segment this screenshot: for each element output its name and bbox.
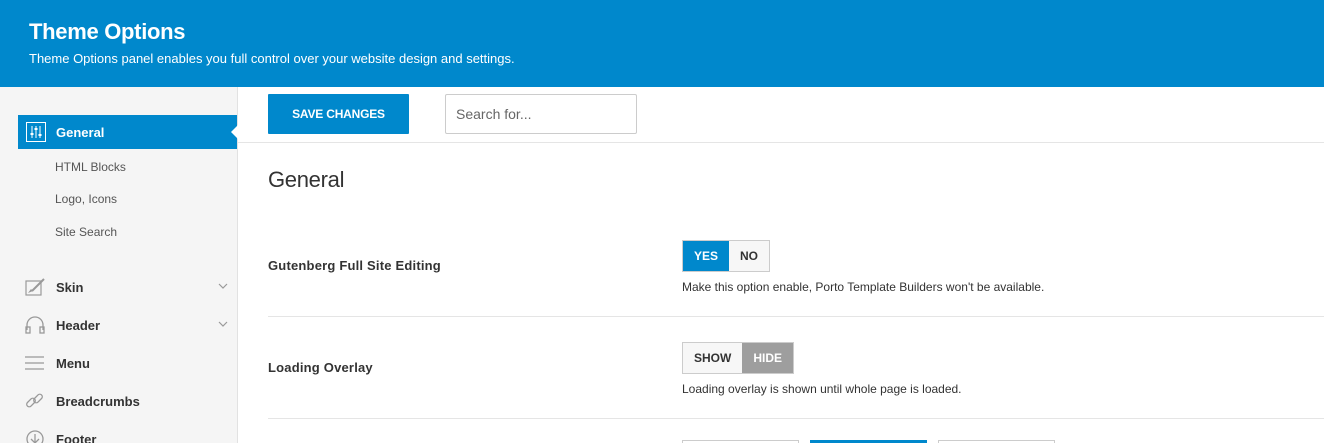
chevron-down-icon[interactable] [217, 317, 229, 329]
sidebar-item-breadcrumbs[interactable]: Breadcrumbs [24, 389, 229, 413]
option-label: Loading Overlay [268, 360, 373, 375]
headphones-icon [24, 315, 46, 335]
sidebar-item-menu[interactable]: Menu [24, 351, 229, 375]
page-subtitle: Theme Options panel enables you full con… [29, 51, 515, 66]
option-label: Gutenberg Full Site Editing [268, 258, 441, 273]
toggle-yes-button[interactable]: YES [683, 241, 730, 271]
toggle-no-button[interactable]: NO [729, 241, 770, 271]
toggle-hide-button[interactable]: HIDE [742, 343, 794, 373]
sidebar-item-label: General [56, 125, 105, 140]
sidebar-item-header[interactable]: Header [24, 313, 229, 337]
sidebar-item-label: Skin [56, 280, 84, 295]
option-description: Make this option enable, Porto Template … [682, 280, 1045, 294]
toggle-show-button[interactable]: SHOW [683, 343, 743, 373]
divider [268, 316, 1324, 317]
divider [268, 418, 1324, 419]
sidebar-item-label: Header [56, 318, 101, 333]
main-panel: SAVE CHANGES General Gutenberg Full Site… [238, 87, 1324, 443]
sidebar-item-label: Footer [56, 432, 97, 443]
link-icon [24, 391, 46, 411]
page-header: Theme Options Theme Options panel enable… [0, 0, 1324, 87]
sidebar-subitem-logo-icons[interactable]: Logo, Icons [55, 192, 117, 206]
sidebar-subitem-html-blocks[interactable]: HTML Blocks [55, 160, 126, 174]
sidebar-item-footer[interactable]: Footer [24, 427, 229, 443]
sliders-icon [26, 122, 46, 142]
section-title: General [268, 167, 345, 192]
sidebar-item-general[interactable]: General [18, 115, 238, 149]
sidebar-subitem-site-search[interactable]: Site Search [55, 225, 117, 239]
page-title: Theme Options [29, 19, 186, 44]
sidebar: General HTML Blocks Logo, Icons Site Sea… [0, 87, 238, 443]
sidebar-item-label: Breadcrumbs [56, 394, 140, 409]
toggle-gutenberg: YES NO [682, 240, 771, 272]
search-input[interactable] [445, 94, 637, 134]
toolbar: SAVE CHANGES [238, 87, 1324, 143]
arrow-down-circle-icon [24, 429, 46, 443]
toggle-loading-overlay: SHOW HIDE [682, 342, 795, 374]
option-description: Loading overlay is shown until whole pag… [682, 382, 962, 396]
sidebar-item-label: Menu [56, 356, 90, 371]
chevron-down-icon[interactable] [217, 279, 229, 291]
sidebar-item-skin[interactable]: Skin [24, 275, 229, 299]
save-button[interactable]: SAVE CHANGES [268, 94, 409, 134]
menu-icon [24, 353, 46, 373]
brush-icon [24, 277, 46, 297]
